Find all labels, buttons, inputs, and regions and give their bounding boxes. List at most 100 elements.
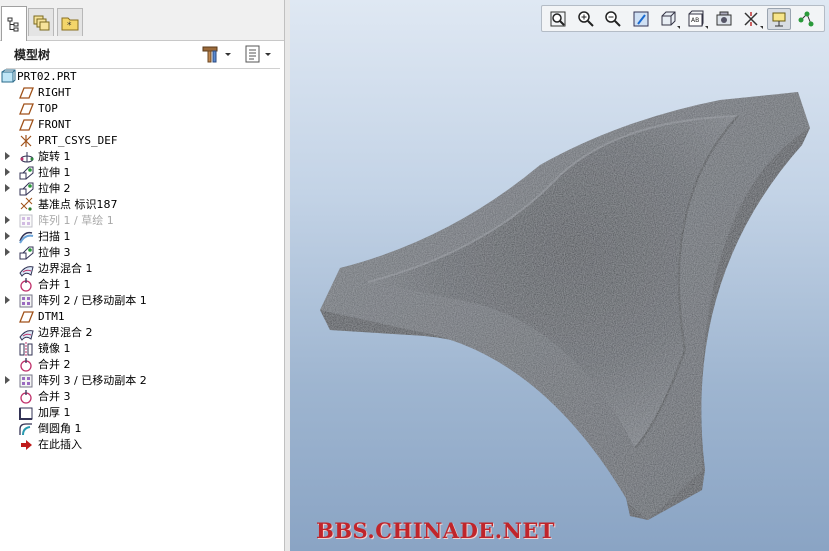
tree-item[interactable]: 在此插入 [0,437,284,453]
tree-item-label: PRT_CSYS_DEF [38,134,118,147]
insert-here-arrow-icon [21,440,32,450]
zoom-out-icon [605,10,621,27]
refit-icon [550,11,566,26]
merge-icon [20,358,32,372]
tools-icon [202,46,218,63]
boundary-blend-icon [19,330,34,341]
annotation-display-button[interactable] [766,7,791,30]
tree-item[interactable]: 合并 2 [0,357,284,373]
zoom-in-button[interactable] [574,8,598,30]
thicken-icon [19,407,33,420]
tree-item[interactable]: 镜像 1 [0,341,284,357]
tree-item[interactable]: 拉伸 1 [0,165,284,181]
expand-arrow-icon[interactable] [5,376,10,384]
tree-item[interactable]: RIGHT [0,85,284,101]
sweep-icon [19,231,34,244]
tree-item[interactable]: PRT02.PRT [0,69,284,85]
tree-item-label: 拉伸 2 [38,182,71,195]
expand-arrow-icon[interactable] [5,216,10,224]
tree-item[interactable]: TOP [0,101,284,117]
tree-item[interactable]: 阵列 1 / 草绘 1 [0,213,284,229]
expand-arrow-icon[interactable] [5,168,10,176]
tree-item[interactable]: 加厚 1 [0,405,284,421]
pattern-icon [19,214,33,228]
chevron-down-icon [704,25,708,29]
tree-item-label: RIGHT [38,86,72,99]
tree-item[interactable]: 边界混合 1 [0,261,284,277]
chevron-down-icon [265,53,271,56]
tree-item-label: 合并 1 [38,278,71,291]
tree-item-label: 加厚 1 [38,406,71,419]
display-style-icon [661,11,676,25]
view-manager-icon [716,11,732,25]
extrude-icon [19,182,34,196]
pattern-icon [19,294,33,308]
annotation-display-icon [772,12,786,26]
tree-item[interactable]: 基准点 标识187 [0,197,284,213]
part-model-render [320,92,810,520]
tree-item-label: 阵列 3 / 已移动副本 2 [38,374,147,387]
refit-button[interactable] [546,8,570,30]
tree-item-label: 合并 3 [38,390,71,403]
zoom-in-icon [577,10,594,27]
tree-item[interactable]: 拉伸 2 [0,181,284,197]
tree-item-label: 阵列 2 / 已移动副本 1 [38,294,147,307]
tree-item-label: 拉伸 3 [38,246,71,259]
merge-icon [20,278,32,292]
navigator-tabs: * [0,0,285,41]
tree-item[interactable]: 倒圆角 1 [0,421,284,437]
tree-item-label: 扫描 1 [38,230,71,243]
repaint-icon [633,11,649,26]
tree-item[interactable]: 合并 1 [0,277,284,293]
zoom-out-button[interactable] [601,8,625,30]
list-icon [245,45,260,63]
tree-item[interactable]: PRT_CSYS_DEF [0,133,284,149]
tree-item[interactable]: DTM1 [0,309,284,325]
mirror-icon [19,342,33,357]
tree-item[interactable]: 边界混合 2 [0,325,284,341]
tab-layers[interactable] [28,8,54,36]
tab-favorites[interactable]: * [57,8,83,36]
panel-header: 模型树 [0,41,285,67]
expand-arrow-icon[interactable] [5,184,10,192]
expand-arrow-icon[interactable] [5,296,10,304]
tree-item-label: FRONT [38,118,72,131]
show-dropdown-button[interactable] [244,44,272,64]
tree-item[interactable]: 扫描 1 [0,229,284,245]
view-manager-button[interactable] [712,8,736,30]
merge-icon [20,390,32,404]
tree-item[interactable]: 拉伸 3 [0,245,284,261]
graphics-viewport[interactable]: AB BBS.CHINADE.NET [290,0,829,551]
saved-orientations-button[interactable]: AB [684,8,708,30]
tree-item-label: 合并 2 [38,358,71,371]
datum-plane-icon [19,87,34,99]
datum-plane-icon [19,311,34,323]
tree-item[interactable]: 阵列 3 / 已移动副本 2 [0,373,284,389]
part-icon [1,69,16,83]
tree-item[interactable]: 阵列 2 / 已移动副本 1 [0,293,284,309]
extrude-icon [19,166,34,180]
tree-item[interactable]: 旋转 1 [0,149,284,165]
display-style-button[interactable] [656,8,681,30]
expand-arrow-icon[interactable] [5,232,10,240]
tree-item[interactable]: FRONT [0,117,284,133]
datum-display-button[interactable] [739,8,764,30]
svg-text:*: * [67,21,72,31]
tree-item-label: DTM1 [38,310,65,323]
round-icon [19,423,32,436]
settings-dropdown-button[interactable] [201,44,233,64]
tree-item-label: 边界混合 1 [38,262,93,275]
expand-arrow-icon[interactable] [5,152,10,160]
view-toolbar: AB [541,5,825,32]
tree-item-label: 在此插入 [38,438,82,451]
chevron-down-icon [677,25,681,29]
layers-icon [33,15,50,30]
datum-display-icon [744,11,758,26]
spin-center-button[interactable] [794,8,818,30]
expand-arrow-icon[interactable] [5,248,10,256]
tab-model-tree[interactable] [1,6,27,41]
datum-plane-icon [19,119,34,131]
tree-item[interactable]: 合并 3 [0,389,284,405]
tree-item-label: 边界混合 2 [38,326,93,339]
repaint-button[interactable] [629,8,653,30]
